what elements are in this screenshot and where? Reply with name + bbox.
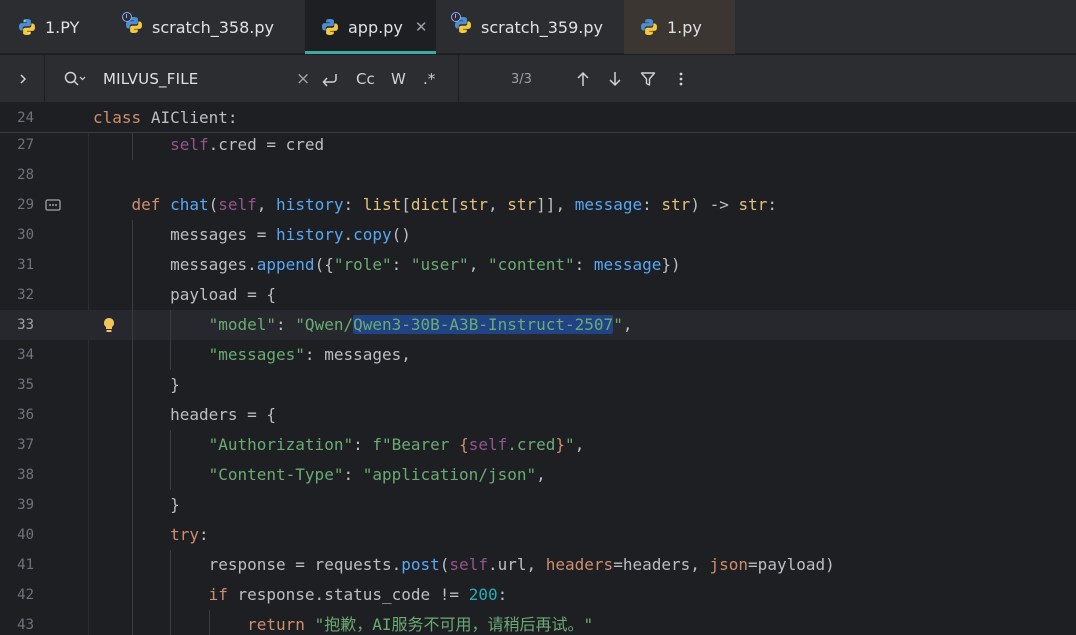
tab-scratch-359[interactable]: scratch_359.py bbox=[436, 0, 624, 54]
more-vertical-icon[interactable] bbox=[678, 55, 684, 103]
tab-icon-wrap bbox=[451, 12, 481, 38]
code-line[interactable]: 28 bbox=[0, 160, 1076, 190]
line-number: 40 bbox=[17, 527, 34, 543]
code-text: try: bbox=[170, 525, 209, 544]
line-number: 39 bbox=[17, 497, 34, 513]
code-text: messages = history.copy() bbox=[93, 225, 411, 244]
tab-label: 1.py bbox=[667, 17, 702, 37]
whole-words-toggle[interactable]: W bbox=[391, 55, 406, 103]
regex-toggle[interactable]: .* bbox=[423, 55, 435, 103]
line-number: 28 bbox=[17, 167, 34, 183]
arrow-down-icon[interactable] bbox=[608, 55, 622, 103]
code-line[interactable]: 37 "Authorization": f"Bearer {self.cred}… bbox=[0, 430, 1076, 460]
code-text: if response.status_code != 200: bbox=[208, 585, 508, 604]
line-number: 29 bbox=[17, 197, 34, 213]
code-text: "messages": messages, bbox=[208, 345, 411, 364]
python-icon bbox=[322, 19, 338, 35]
line-number: 32 bbox=[17, 287, 34, 303]
tab-1-PY[interactable]: 1.PY bbox=[0, 0, 103, 54]
code-text: } bbox=[93, 495, 180, 514]
search-icon[interactable] bbox=[64, 55, 86, 103]
code-text: "model": "Qwen/Qwen3-30B-A3B-Instruct-25… bbox=[208, 315, 633, 334]
code-line[interactable]: 35 } bbox=[0, 370, 1076, 400]
code-line[interactable]: 31 messages.append({"role": "user", "con… bbox=[0, 250, 1076, 280]
code-line[interactable]: 29 def chat(self, history: list[dict[str… bbox=[0, 190, 1076, 220]
code-line[interactable]: 30 messages = history.copy() bbox=[0, 220, 1076, 250]
scratch-badge-icon bbox=[451, 12, 461, 22]
python-icon bbox=[19, 19, 35, 35]
clear-search-icon[interactable]: × bbox=[296, 55, 310, 103]
line-number: 35 bbox=[17, 377, 34, 393]
filter-icon[interactable] bbox=[640, 55, 656, 103]
match-count: 3/3 bbox=[511, 71, 532, 87]
code-line[interactable]: 42 if response.status_code != 200: bbox=[0, 580, 1076, 610]
tab-app-py[interactable]: app.py ✕ bbox=[305, 0, 436, 54]
tab-scratch-358[interactable]: scratch_358.py bbox=[103, 0, 305, 54]
code-line[interactable]: 39 } bbox=[0, 490, 1076, 520]
line-number: 36 bbox=[17, 407, 34, 423]
python-icon bbox=[641, 19, 657, 35]
divider bbox=[458, 55, 459, 103]
keyword: class bbox=[93, 108, 142, 127]
sticky-header[interactable]: 24 class AIClient: bbox=[0, 103, 1076, 133]
code-text: response = requests.post(self.url, heade… bbox=[93, 555, 835, 574]
tab-label: scratch_358.py bbox=[152, 17, 274, 37]
editor-tab-bar: 1.PY scratch_358.py app.py ✕ scratch_359… bbox=[0, 0, 1076, 54]
code-text: return "抱歉，AI服务不可用，请稍后再试。" bbox=[247, 615, 594, 634]
line-number: 37 bbox=[17, 437, 34, 453]
line-number: 43 bbox=[17, 617, 34, 633]
code-line[interactable]: 36 headers = { bbox=[0, 400, 1076, 430]
code-text: self.cred = cred bbox=[170, 135, 325, 154]
code-text: } bbox=[93, 375, 180, 394]
line-number: 30 bbox=[17, 227, 34, 243]
search-input[interactable]: MILVUS_FILE bbox=[103, 55, 198, 103]
line-number: 42 bbox=[17, 587, 34, 603]
line-number: 33 bbox=[17, 317, 34, 333]
tab-label: scratch_359.py bbox=[481, 17, 603, 37]
line-number: 34 bbox=[17, 347, 34, 363]
arrow-up-icon[interactable] bbox=[576, 55, 590, 103]
code-line[interactable]: 40 try: bbox=[0, 520, 1076, 550]
code-text: headers = { bbox=[93, 405, 277, 424]
line-number: 41 bbox=[17, 557, 34, 573]
code-text: "Content-Type": "application/json", bbox=[208, 465, 546, 484]
code-line[interactable]: 33 "model": "Qwen/Qwen3-30B-A3B-Instruct… bbox=[0, 310, 1076, 340]
multiline-icon[interactable] bbox=[320, 55, 340, 103]
code-line[interactable]: 43 return "抱歉，AI服务不可用，请稍后再试。" bbox=[0, 610, 1076, 635]
code-line[interactable]: 27 self.cred = cred bbox=[0, 130, 1076, 160]
code-line[interactable]: 38 "Content-Type": "application/json", bbox=[0, 460, 1076, 490]
line-number: 27 bbox=[17, 137, 34, 153]
line-number: 38 bbox=[17, 467, 34, 483]
line-number: 24 bbox=[17, 110, 34, 126]
scratch-badge-icon bbox=[122, 12, 132, 22]
tab-icon-wrap bbox=[122, 12, 152, 38]
code-text: messages.append({"role": "user", "conten… bbox=[93, 255, 681, 274]
find-bar: MILVUS_FILE × Cc W .* 3/3 bbox=[0, 55, 1076, 103]
tab-label: 1.PY bbox=[45, 17, 80, 37]
implements-icon[interactable] bbox=[45, 199, 61, 211]
code-text: def chat(self, history: list[dict[str, s… bbox=[131, 195, 778, 214]
class-name: AIClient: bbox=[150, 108, 238, 127]
close-icon[interactable]: ✕ bbox=[415, 18, 428, 36]
code-line[interactable]: 41 response = requests.post(self.url, he… bbox=[0, 550, 1076, 580]
chevron-right-icon[interactable] bbox=[18, 55, 28, 103]
code-text: "Authorization": f"Bearer {self.cred}", bbox=[208, 435, 585, 454]
line-number: 31 bbox=[17, 257, 34, 273]
code-editor[interactable]: 27 self.cred = cred 28 29 def chat(self, h… bbox=[0, 103, 1076, 635]
tab-1-py[interactable]: 1.py bbox=[624, 0, 735, 54]
match-case-toggle[interactable]: Cc bbox=[356, 55, 375, 103]
code-line[interactable]: 32 payload = { bbox=[0, 280, 1076, 310]
sticky-code: class AIClient: bbox=[93, 103, 238, 133]
code-line[interactable]: 34 "messages": messages, bbox=[0, 340, 1076, 370]
divider bbox=[44, 55, 45, 103]
tab-label: app.py bbox=[348, 17, 403, 37]
code-text: payload = { bbox=[93, 285, 277, 304]
lightbulb-icon[interactable] bbox=[103, 317, 115, 333]
